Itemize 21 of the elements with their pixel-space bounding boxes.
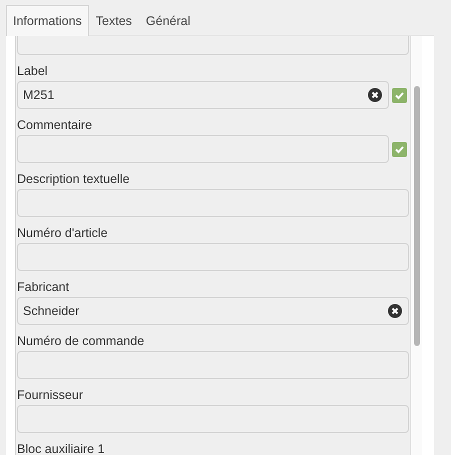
input-field[interactable]: [17, 189, 409, 217]
input-field[interactable]: [17, 243, 409, 271]
clear-icon[interactable]: [388, 304, 402, 318]
input-field[interactable]: [17, 405, 409, 433]
scrollbar-thumb[interactable]: [414, 86, 420, 346]
field-label: Fabricant: [17, 279, 70, 296]
field-label: Bloc auxiliaire 1: [17, 441, 106, 455]
field-label: Numéro de commande: [17, 333, 146, 350]
tab[interactable]: Textes: [88, 5, 139, 35]
input-field[interactable]: [17, 351, 409, 379]
field-label: Fournisseur: [17, 387, 84, 404]
tab[interactable]: Général: [138, 5, 198, 35]
clear-icon[interactable]: [368, 88, 382, 102]
field-label: Label: [17, 63, 49, 80]
input-field[interactable]: [17, 135, 389, 163]
tab[interactable]: Informations: [6, 5, 89, 36]
input-field[interactable]: Schneider: [17, 297, 409, 325]
field-label: Numéro d'article: [17, 225, 109, 242]
input-field[interactable]: M251: [17, 81, 389, 109]
field-label: Commentaire: [17, 117, 94, 134]
field-label: Description textuelle: [17, 171, 131, 188]
